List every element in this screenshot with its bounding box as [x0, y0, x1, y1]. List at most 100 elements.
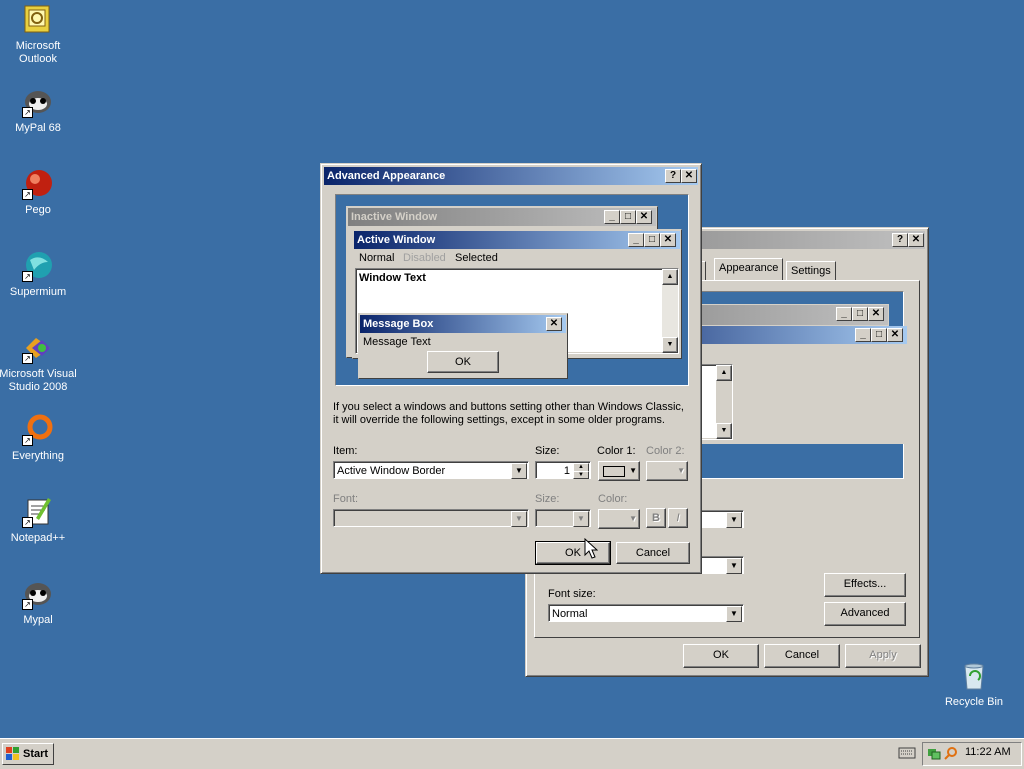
pego-icon: ↗ — [22, 168, 54, 200]
search-icon[interactable] — [944, 746, 958, 763]
scroll-up-icon[interactable]: ▲ — [662, 269, 678, 285]
cancel-button[interactable]: Cancel — [764, 644, 840, 668]
effects-button[interactable]: Effects... — [824, 573, 906, 597]
chevron-down-icon[interactable]: ▼ — [726, 558, 742, 574]
desktop-icon-visual-studio[interactable]: ↗ Microsoft Visual Studio 2008 — [0, 332, 78, 394]
font-label: Font: — [333, 493, 359, 505]
font-color-picker[interactable]: ▼ — [598, 509, 640, 529]
scroll-down-icon[interactable]: ▼ — [716, 423, 732, 439]
desktop-icon-label: Supermium — [9, 286, 67, 298]
chevron-down-icon[interactable]: ▼ — [573, 511, 589, 527]
clock[interactable]: 11:22 AM — [965, 746, 1011, 758]
tab-settings[interactable]: Settings — [786, 261, 836, 281]
item-select[interactable]: Active Window Border ▼ — [333, 461, 529, 479]
preview-inactive-titlebar: Inactive Window _ □ ✕ — [348, 208, 656, 226]
font-select[interactable]: ▼ — [333, 509, 529, 527]
font-size-select[interactable]: Normal ▼ — [548, 604, 744, 622]
preview-menu-selected: Selected — [455, 252, 498, 264]
bold-button[interactable]: B — [646, 508, 666, 528]
desktop-icon-mypal[interactable]: ↗ Mypal — [0, 578, 78, 627]
notepadpp-icon: ↗ — [22, 496, 54, 528]
recycle-bin-icon — [958, 660, 990, 692]
color1-label: Color 1: — [597, 445, 636, 457]
desktop-icon-label: Mypal — [23, 614, 53, 626]
start-button[interactable]: Start — [2, 743, 54, 765]
minimize-icon: _ — [604, 210, 620, 224]
color2-label: Color 2: — [646, 445, 685, 457]
font-size-label: Size: — [535, 493, 560, 505]
close-icon: ✕ — [660, 233, 676, 247]
chevron-down-icon[interactable]: ▼ — [511, 463, 527, 479]
keyboard-icon[interactable] — [898, 746, 916, 760]
preview-menu-disabled: Disabled — [403, 252, 446, 264]
scroll-up-icon[interactable]: ▲ — [716, 365, 732, 381]
color2-picker[interactable]: ▼ — [646, 461, 688, 481]
desktop-icon-label: Notepad++ — [10, 532, 66, 544]
advanced-appearance-dialog: Advanced Appearance ? ✕ Inactive Window … — [320, 163, 702, 574]
desktop-icon-everything[interactable]: ↗ Everything — [0, 414, 78, 463]
preview-msgbox-text: Message Text — [363, 336, 431, 348]
chevron-down-icon[interactable]: ▼ — [726, 606, 742, 622]
size-value: 1 — [563, 465, 570, 477]
desktop-icon-notepadpp[interactable]: ↗ Notepad++ — [0, 496, 78, 545]
visual-studio-icon: ↗ — [22, 332, 54, 364]
maximize-icon: □ — [620, 210, 636, 224]
scrollbar[interactable]: ▲ ▼ — [662, 269, 678, 353]
ok-button[interactable]: OK — [535, 541, 611, 565]
preview-window-text: Window Text — [359, 272, 426, 284]
preview-msgbox-title: Message Box — [363, 318, 434, 330]
network-icon[interactable] — [927, 746, 941, 763]
preview-inactive-title: Inactive Window — [351, 211, 438, 223]
color1-picker[interactable]: ▼ — [598, 461, 640, 481]
mouse-cursor — [584, 537, 599, 563]
scroll-down-icon[interactable]: ▼ — [662, 337, 678, 353]
font-size-select[interactable]: ▼ — [535, 509, 591, 527]
cancel-button[interactable]: Cancel — [616, 542, 690, 564]
chevron-down-icon: ▼ — [629, 514, 637, 523]
italic-button[interactable]: I — [668, 508, 688, 528]
desktop-icon-label: Microsoft Outlook — [15, 40, 61, 65]
desktop-icon-supermium[interactable]: ↗ Supermium — [0, 250, 78, 299]
close-icon: ✕ — [636, 210, 652, 224]
maximize-icon: □ — [871, 328, 887, 342]
dialog-title: Advanced Appearance — [327, 170, 446, 182]
chevron-down-icon[interactable]: ▼ — [511, 511, 527, 527]
desktop-icon-label: Microsoft Visual Studio 2008 — [0, 368, 77, 393]
close-button[interactable]: ✕ — [681, 169, 697, 183]
close-icon: ✕ — [868, 307, 884, 321]
help-button[interactable]: ? — [892, 233, 908, 247]
close-icon: ✕ — [546, 317, 562, 331]
scrollbar[interactable]: ▲ ▼ — [716, 365, 732, 439]
color-swatch — [603, 466, 625, 477]
advanced-button[interactable]: Advanced — [824, 602, 906, 626]
close-icon: ✕ — [887, 328, 903, 342]
preview-menu-normal: Normal — [359, 252, 395, 264]
tab-appearance[interactable]: Appearance — [714, 258, 784, 281]
desktop-icon-mypal68[interactable]: ↗ MyPal 68 — [0, 86, 78, 135]
apply-button[interactable]: Apply — [845, 644, 921, 668]
spin-down-icon[interactable]: ▼ — [573, 471, 589, 479]
desktop-icon-label: Everything — [12, 450, 64, 462]
minimize-icon: _ — [855, 328, 871, 342]
desktop-icon-outlook[interactable]: Microsoft Outlook — [0, 4, 78, 66]
chevron-down-icon: ▼ — [629, 466, 637, 475]
chevron-down-icon[interactable]: ▼ — [726, 512, 742, 528]
desktop-icon-label: Pego — [25, 204, 51, 216]
ok-button[interactable]: OK — [683, 644, 759, 668]
info-text: If you select a windows and buttons sett… — [333, 401, 684, 426]
desktop-icon-label: MyPal 68 — [15, 122, 61, 134]
mypal-icon: ↗ — [22, 578, 54, 610]
advanced-appearance-titlebar: Advanced Appearance — [324, 167, 698, 185]
preview-active-title: Active Window — [357, 234, 436, 246]
taskbar: Start 11:22 AM — [0, 738, 1024, 769]
mypal-icon: ↗ — [22, 86, 54, 118]
desktop-icon-recycle-bin[interactable]: Recycle Bin — [934, 660, 1014, 709]
help-button[interactable]: ? — [665, 169, 681, 183]
windows-logo-icon — [6, 747, 20, 761]
preview-message-box: Message Box ✕ Message Text OK — [358, 313, 568, 379]
close-button[interactable]: ✕ — [908, 233, 924, 247]
preview-msgbox-ok: OK — [427, 351, 499, 373]
size-spinner[interactable]: 1 ▲ ▼ — [535, 461, 591, 479]
size-label: Size: — [535, 445, 560, 457]
desktop-icon-pego[interactable]: ↗ Pego — [0, 168, 78, 217]
